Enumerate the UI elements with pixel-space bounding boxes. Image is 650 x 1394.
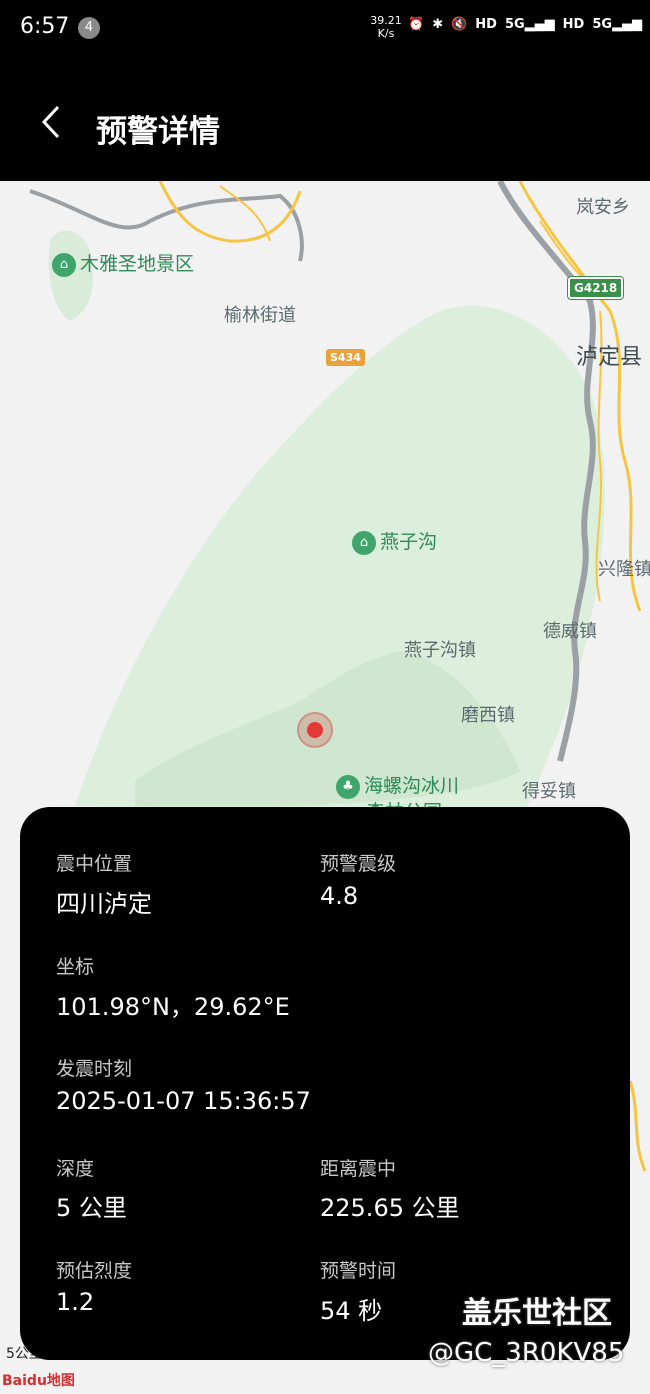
epicenter-value: 四川泸定 (56, 890, 152, 918)
watermark-site: 盖乐世社区 (462, 1296, 612, 1331)
map-label-xinglong: 兴隆镇 (598, 559, 650, 580)
intensity-label: 预估烈度 (56, 1260, 133, 1282)
map-label-dewei: 德威镇 (543, 621, 597, 642)
back-button[interactable] (38, 104, 68, 140)
poi-hailuogou[interactable]: ♣ 海螺沟冰川 (336, 771, 459, 799)
hd-icon: HD (562, 17, 585, 32)
scenic-area-icon: ⌂ (352, 530, 376, 555)
network-speed-value: 39.21 (370, 14, 402, 27)
distance-value: 225.65 公里 (320, 1194, 460, 1222)
depth-value: 5 公里 (56, 1194, 127, 1222)
intensity-value: 1.2 (56, 1288, 95, 1316)
fiveg-label: 5G (592, 17, 613, 32)
signal-5g-icon: 5G▂▄▆ (504, 17, 555, 32)
network-speed-unit: K/s (377, 27, 395, 40)
status-icons: ⏰ ✱ 🔇 HD 5G▂▄▆ HD 5G▂▄▆ ▮ (408, 17, 650, 32)
watermark-user: @GC_3R0KV85 (428, 1338, 625, 1368)
alarm-icon: ⏰ (408, 17, 425, 32)
map-label-luding: 泸定县 (576, 345, 643, 370)
notification-count-badge: 4 (78, 17, 100, 39)
back-arrow-icon (41, 105, 60, 139)
status-bar: 6:57 4 39.21 K/s ⏰ ✱ 🔇 HD 5G▂▄▆ HD 5G▂▄▆… (0, 0, 650, 60)
app-header: 预警详情 (0, 60, 650, 181)
poi-muya[interactable]: ⌂ 木雅圣地景区 (52, 249, 194, 277)
road-badge-s434: S434 (326, 349, 365, 366)
depth-label: 深度 (56, 1158, 95, 1180)
epicenter-label: 震中位置 (56, 853, 133, 875)
network-speed: 39.21 K/s (366, 14, 406, 40)
map-label-langan: 岚安乡 (576, 197, 630, 218)
time-value: 2025-01-07 15:36:57 (56, 1087, 311, 1115)
fiveg-label: 5G (504, 17, 525, 32)
road-badge-g4218: G4218 (566, 276, 625, 300)
magnitude-label: 预警震级 (320, 853, 397, 875)
mute-icon: 🔇 (451, 17, 468, 32)
bluetooth-icon: ✱ (432, 17, 444, 32)
map-label-moxi: 磨西镇 (461, 705, 515, 726)
map-label-detuo: 得妥镇 (522, 781, 576, 802)
status-time: 6:57 (20, 14, 70, 39)
baidu-map-logo: Baidu地图 (2, 1373, 75, 1389)
warning-time-label: 预警时间 (320, 1260, 397, 1282)
forest-park-icon: ♣ (336, 774, 360, 799)
poi-yanzigou[interactable]: ⌂ 燕子沟 (352, 527, 437, 555)
hd-icon: HD (475, 17, 497, 32)
magnitude-value: 4.8 (320, 882, 359, 910)
map-label-yanzigou-town: 燕子沟镇 (404, 640, 476, 661)
warning-time-value: 54 秒 (320, 1297, 383, 1325)
epicenter-marker-icon[interactable] (307, 722, 323, 738)
coords-value: 101.98°N，29.62°E (56, 993, 290, 1021)
scenic-area-icon: ⌂ (52, 252, 76, 277)
coords-label: 坐标 (56, 956, 95, 978)
time-label: 发震时刻 (56, 1058, 133, 1080)
page-title: 预警详情 (96, 114, 220, 150)
map-label-yulin: 榆林街道 (224, 305, 296, 326)
earthquake-info-card: 震中位置 四川泸定 预警震级 4.8 坐标 101.98°N，29.62°E 发… (20, 807, 630, 1360)
signal-5g-icon: 5G▂▄▆ (592, 17, 643, 32)
distance-label: 距离震中 (320, 1158, 397, 1180)
